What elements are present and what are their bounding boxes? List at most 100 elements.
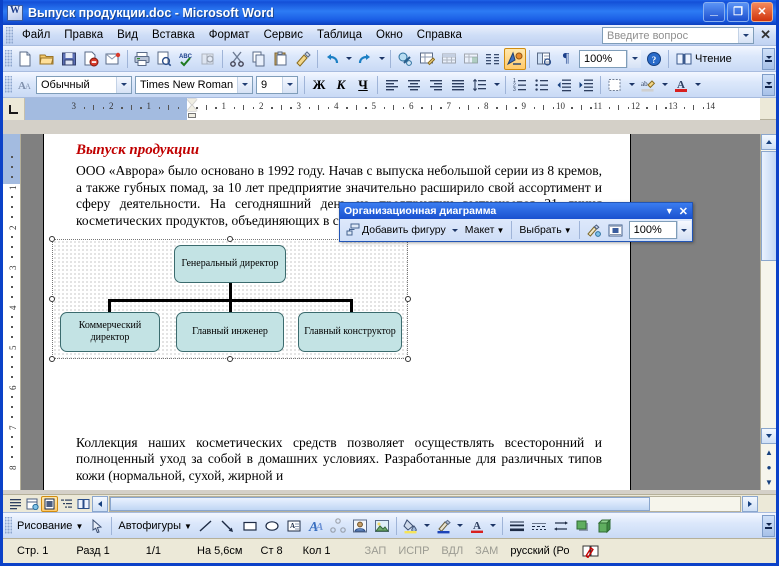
oval-icon[interactable] — [261, 515, 283, 537]
scroll-right-button[interactable] — [742, 495, 758, 512]
menu-item-tools[interactable]: Сервис — [257, 27, 310, 43]
align-left-icon[interactable] — [381, 74, 403, 96]
picture-icon[interactable] — [371, 515, 393, 537]
format-painter-icon[interactable] — [292, 48, 314, 70]
document-map-icon[interactable] — [533, 48, 555, 70]
org-toolbar-title-bar[interactable]: Организационная диаграмма ▼ ✕ — [340, 203, 692, 219]
menu-item-table[interactable]: Таблица — [310, 27, 369, 43]
paste-icon[interactable] — [270, 48, 292, 70]
help-icon[interactable]: ? — [643, 48, 665, 70]
vertical-scrollbar[interactable]: ▲ ● ▼ — [760, 134, 776, 490]
research-icon[interactable] — [197, 48, 219, 70]
align-center-icon[interactable] — [403, 74, 425, 96]
resize-handle-s[interactable] — [227, 356, 233, 362]
columns-icon[interactable] — [482, 48, 504, 70]
menu-item-insert[interactable]: Вставка — [145, 27, 202, 43]
borders-dropdown-icon[interactable] — [626, 74, 637, 96]
reading-layout-button[interactable]: Чтение — [672, 50, 736, 68]
style-combo[interactable]: Обычный — [36, 75, 132, 94]
status-track-changes[interactable]: ИСПР — [392, 545, 435, 557]
line-icon[interactable] — [195, 515, 217, 537]
org-zoom-combo[interactable]: 100% — [628, 221, 677, 239]
organization-chart-toolbar[interactable]: Организационная диаграмма ▼ ✕ Добавить ф… — [339, 202, 693, 242]
formatting-toolbar-options-icon[interactable] — [762, 74, 775, 96]
decrease-indent-icon[interactable] — [553, 74, 575, 96]
select-button[interactable]: Выбрать ▼ — [515, 221, 575, 239]
vertical-ruler[interactable]: 1 2 3 4 5 6 7 8 — [3, 134, 21, 490]
text-box-icon[interactable]: A — [283, 515, 305, 537]
org-node-root[interactable]: Генеральный директор — [174, 245, 286, 283]
redo-dropdown-icon[interactable] — [376, 48, 387, 70]
zoom-combo[interactable]: 100% — [579, 49, 627, 68]
select-arrow-icon[interactable] — [86, 515, 108, 537]
scroll-left-button[interactable] — [92, 495, 108, 512]
close-document-button[interactable]: ✕ — [760, 28, 771, 42]
left-indent-marker[interactable] — [188, 113, 196, 118]
menu-item-view[interactable]: Вид — [110, 27, 145, 43]
zoom-dropdown-icon[interactable] — [627, 49, 641, 68]
document-paragraph-2[interactable]: Коллекция наших косметических средств по… — [76, 435, 602, 485]
arrow-style-icon[interactable] — [550, 515, 572, 537]
organization-chart[interactable]: Генеральный директор Коммерческий директ… — [49, 236, 411, 362]
outline-view-button[interactable] — [58, 496, 75, 512]
cut-icon[interactable] — [226, 48, 248, 70]
org-node-child-3[interactable]: Главный конструктор — [298, 312, 402, 352]
font-color-icon[interactable]: A — [670, 74, 692, 96]
insert-table-icon[interactable] — [438, 48, 460, 70]
align-right-icon[interactable] — [425, 74, 447, 96]
dash-style-icon[interactable] — [528, 515, 550, 537]
new-document-icon[interactable] — [14, 48, 36, 70]
horizontal-scroll-thumb[interactable] — [110, 496, 650, 511]
line-style-icon[interactable] — [506, 515, 528, 537]
autoformat-icon[interactable] — [583, 219, 605, 241]
font-color-dropdown-icon[interactable] — [488, 515, 499, 537]
menu-item-format[interactable]: Формат — [202, 27, 257, 43]
drawing-toolbar-options-icon[interactable] — [762, 515, 775, 537]
permission-icon[interactable] — [80, 48, 102, 70]
status-extend-selection[interactable]: ВДЛ — [435, 545, 469, 557]
print-icon[interactable] — [131, 48, 153, 70]
line-spacing-icon[interactable] — [469, 74, 491, 96]
document-heading[interactable]: Выпуск продукции — [76, 142, 602, 159]
line-color-icon[interactable] — [433, 515, 455, 537]
spelling-icon[interactable]: ABC — [175, 48, 197, 70]
select-browse-object-icon[interactable]: ● — [761, 460, 776, 475]
standard-toolbar-options-icon[interactable] — [762, 48, 775, 70]
vertical-scroll-thumb[interactable] — [761, 151, 776, 261]
redo-icon[interactable] — [354, 48, 376, 70]
resize-handle-sw[interactable] — [49, 356, 55, 362]
tab-selector-button[interactable] — [3, 98, 25, 120]
menu-item-edit[interactable]: Правка — [57, 27, 110, 43]
document-text-content-lower[interactable]: Коллекция наших косметических средств по… — [76, 435, 602, 485]
menu-item-help[interactable]: Справка — [410, 27, 469, 43]
chevron-down-icon[interactable] — [237, 76, 252, 93]
close-icon[interactable]: ✕ — [677, 205, 690, 218]
horizontal-ruler[interactable]: 3 2 1 1 2 3 4 5 6 7 8 9 10 11 12 13 14 — [25, 98, 760, 120]
add-shape-button[interactable]: Добавить фигуру — [342, 220, 450, 240]
menu-bar-grip[interactable] — [6, 26, 13, 44]
tables-and-borders-icon[interactable] — [416, 48, 438, 70]
menu-item-window[interactable]: Окно — [369, 27, 410, 43]
styles-and-formatting-icon[interactable]: AA — [14, 74, 36, 96]
open-folder-icon[interactable] — [36, 48, 58, 70]
formatting-toolbar-grip[interactable] — [5, 76, 12, 93]
resize-handle-se[interactable] — [405, 356, 411, 362]
increase-indent-icon[interactable] — [575, 74, 597, 96]
maximize-button[interactable]: ❐ — [727, 2, 749, 22]
align-justify-icon[interactable] — [447, 74, 469, 96]
next-page-icon[interactable]: ▼ — [761, 475, 776, 490]
toolbar-options-icon[interactable]: ▼ — [662, 206, 677, 216]
show-formatting-marks-icon[interactable]: ¶ — [555, 48, 577, 70]
highlight-color-icon[interactable]: ab — [637, 74, 659, 96]
font-combo[interactable]: Times New Roman — [135, 75, 253, 94]
drawing-toolbar-grip[interactable] — [5, 517, 12, 534]
email-icon[interactable] — [102, 48, 124, 70]
web-layout-view-button[interactable] — [24, 496, 41, 512]
undo-dropdown-icon[interactable] — [343, 48, 354, 70]
print-preview-icon[interactable] — [153, 48, 175, 70]
diagram-icon[interactable] — [327, 515, 349, 537]
print-layout-view-button[interactable] — [41, 495, 58, 512]
shadow-style-icon[interactable] — [572, 515, 594, 537]
org-node-child-2[interactable]: Главный инженер — [176, 312, 284, 352]
close-button[interactable]: ✕ — [751, 2, 773, 22]
